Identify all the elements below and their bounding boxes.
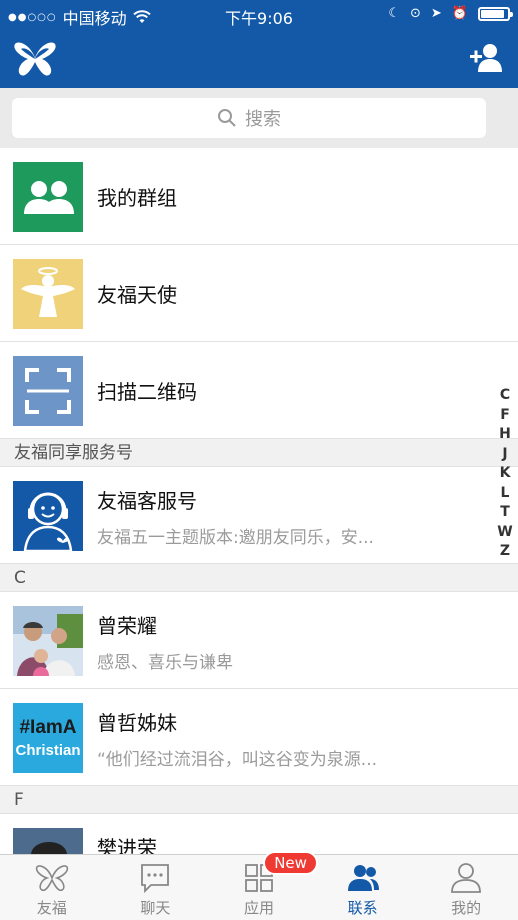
section-header: C (0, 564, 518, 592)
alphabet-index[interactable]: C F H J K L T W Z (496, 386, 514, 562)
avatar-text-line2: Christian (15, 742, 80, 759)
tab-bar: 友福 聊天 应用 New 联系 我的 (0, 851, 518, 920)
group-icon (13, 162, 83, 232)
list-item-my-groups[interactable]: 我的群组 (0, 148, 518, 245)
search-placeholder: 搜索 (245, 109, 281, 130)
list-item-title: 友福天使 (97, 283, 177, 307)
list-item-title: 友福客服号 (97, 489, 197, 513)
index-letter[interactable]: H (499, 425, 511, 445)
index-letter[interactable]: F (500, 406, 510, 426)
tab-label: 聊天 (140, 899, 171, 917)
avatar (13, 828, 83, 854)
list-item-angel[interactable]: 友福天使 (0, 245, 518, 342)
tab-label: 我的 (451, 899, 482, 917)
nav-bar (0, 30, 518, 88)
index-letter[interactable]: W (497, 523, 512, 543)
add-contact-icon[interactable] (468, 42, 504, 74)
moon-icon: ☾ (388, 6, 400, 21)
tab-home[interactable]: 友福 (0, 855, 104, 920)
profile-icon (451, 863, 482, 893)
angel-icon (13, 259, 83, 329)
butterfly-logo-icon[interactable] (12, 38, 58, 80)
list-item-contact[interactable]: 樊进荣 (0, 814, 518, 854)
list-item-scan-qr[interactable]: 扫描二维码 (0, 342, 518, 439)
search-area: 搜索 (0, 88, 518, 148)
section-header: F (0, 786, 518, 814)
list-item-subtitle: 感恩、喜乐与谦卑 (97, 653, 233, 673)
contacts-list[interactable]: 我的群组 友福天使 扫描二维码 友福同享服务号 友福客服号 友福五一主题版本:邀… (0, 148, 518, 854)
alarm-icon: ⏰ (451, 6, 468, 21)
list-item-contact[interactable]: #IamA Christian 曾哲姊妹 “他们经过流泪谷，叫这谷变为泉源... (0, 689, 518, 786)
battery-fill (481, 9, 504, 18)
rotation-lock-icon: ⊙ (410, 6, 421, 21)
list-item-subtitle: “他们经过流泪谷，叫这谷变为泉源... (97, 750, 378, 770)
section-header: 友福同享服务号 (0, 439, 518, 467)
index-letter[interactable]: T (500, 503, 510, 523)
list-item-contact[interactable]: 曾荣耀 感恩、喜乐与谦卑 (0, 592, 518, 689)
index-letter[interactable]: J (502, 445, 507, 465)
tab-label: 联系 (347, 899, 378, 917)
location-arrow-icon: ➤ (430, 6, 442, 21)
list-item-title: 曾哲姊妹 (97, 711, 177, 735)
status-bar: ●●○○○ 中国移动 下午9:06 ☾ ⊙ ➤ ⏰ (0, 0, 518, 30)
index-letter[interactable]: K (500, 464, 511, 484)
index-letter[interactable]: C (500, 386, 510, 406)
chat-icon (141, 864, 170, 894)
customer-service-avatar (13, 481, 83, 551)
butterfly-icon (35, 865, 68, 892)
list-item-subtitle: 友福五一主题版本:邀朋友同乐，安... (97, 528, 374, 548)
contacts-icon (347, 865, 379, 891)
index-letter[interactable]: L (501, 484, 510, 504)
list-item-title: 扫描二维码 (97, 380, 197, 404)
index-letter[interactable]: Z (500, 542, 510, 562)
tab-chat[interactable]: 聊天 (104, 855, 208, 920)
tab-apps[interactable]: 应用 New (207, 851, 318, 920)
list-item-title: 我的群组 (97, 186, 177, 210)
tab-contacts[interactable]: 联系 (311, 855, 415, 920)
avatar (13, 606, 83, 676)
list-item-title: 樊进荣 (97, 836, 157, 854)
search-icon (218, 109, 236, 127)
list-item-service[interactable]: 友福客服号 友福五一主题版本:邀朋友同乐，安... (0, 467, 518, 564)
search-input[interactable]: 搜索 (12, 98, 486, 138)
avatar-text-line1: #IamA (19, 717, 76, 738)
list-item-title: 曾荣耀 (97, 614, 157, 638)
battery-icon (478, 6, 513, 21)
tab-label: 应用 (243, 899, 274, 917)
avatar: #IamA Christian (13, 703, 83, 773)
scan-icon (13, 356, 83, 426)
new-badge: New (263, 851, 318, 875)
tab-me[interactable]: 我的 (414, 855, 518, 920)
tab-label: 友福 (36, 899, 67, 917)
